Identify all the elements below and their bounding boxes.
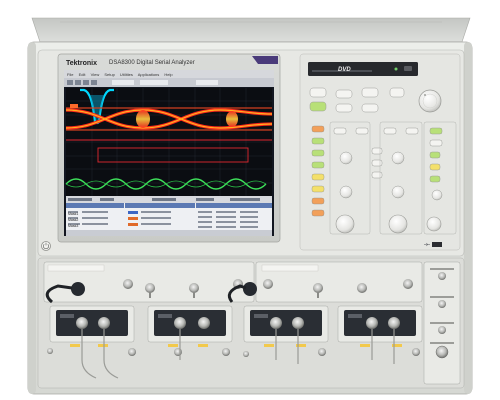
readout-row-label: Mask1 [68, 212, 79, 216]
readout-row-label: Mask3 [68, 224, 79, 228]
electrical-module-3 [243, 305, 329, 343]
electrical-module-2 [147, 305, 233, 343]
optical-module-right [227, 261, 423, 303]
mask-button[interactable] [311, 149, 325, 157]
default-setup-button[interactable] [309, 87, 327, 98]
module-bay [37, 257, 465, 389]
clear-data-button[interactable] [389, 87, 405, 98]
cursor-button[interactable] [311, 125, 325, 133]
multipurpose-knob[interactable] [418, 89, 442, 113]
menu-help[interactable]: Help [164, 72, 172, 77]
power-button[interactable] [41, 241, 51, 251]
acquire-button[interactable] [361, 103, 379, 113]
autoset-button[interactable] [361, 87, 379, 98]
electrical-module-4 [337, 305, 423, 343]
readout-row-label: Mask2 [68, 218, 79, 222]
brand-logo: Tektronix [66, 60, 97, 67]
meas-button[interactable] [311, 137, 325, 145]
wfm-db-button[interactable] [311, 197, 325, 205]
right-connector-column [423, 261, 461, 385]
bnc-connector-icon [435, 345, 449, 359]
model-label: DSA8300 Digital Serial Analyzer [109, 60, 195, 66]
display-screen [64, 70, 274, 236]
menu-setup[interactable]: Setup [104, 72, 114, 77]
oscilloscope-photo: Tektronix DSA8300 Digital Serial Analyze… [0, 0, 500, 400]
dvd-logo: DVD [338, 67, 351, 73]
electrical-module-1 [49, 305, 135, 343]
hist-button[interactable] [311, 161, 325, 169]
menu-view[interactable]: View [91, 72, 100, 77]
math-button[interactable] [311, 173, 325, 181]
single-button[interactable] [335, 103, 353, 113]
control-panel [299, 53, 461, 251]
menu-edit[interactable]: Edit [79, 72, 86, 77]
run-stop-button[interactable] [309, 101, 327, 112]
menu-applications[interactable]: Applications [138, 72, 160, 77]
dvd-drive[interactable] [308, 62, 418, 76]
optical-module-left [43, 261, 255, 304]
menu-utilities[interactable]: Utilities [120, 72, 133, 77]
menu-file[interactable]: File [67, 72, 73, 77]
chassis-top [31, 17, 471, 43]
ref-button[interactable] [311, 185, 325, 193]
print-button[interactable] [335, 89, 353, 99]
screen-menu-bar: File Edit View Setup Utilities Applicati… [67, 72, 177, 77]
zoom-button[interactable] [311, 209, 325, 217]
